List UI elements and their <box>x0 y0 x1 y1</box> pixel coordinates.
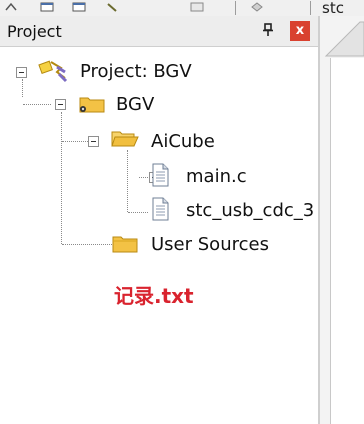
tree-connector <box>22 79 23 97</box>
tree-connector <box>23 104 51 105</box>
toolbar-separator <box>310 1 311 15</box>
tree-connector <box>62 244 112 245</box>
collapse-toggle-target[interactable] <box>55 99 66 110</box>
editor-tab-corner <box>324 21 364 57</box>
panel-title: Project <box>7 22 62 41</box>
collapse-toggle-group[interactable] <box>88 136 99 147</box>
toolbar-image-icon[interactable] <box>190 2 204 12</box>
close-button[interactable]: x <box>290 21 310 41</box>
toolbar-window2-icon[interactable] <box>72 2 86 12</box>
project-icon <box>38 60 68 83</box>
tree-connector <box>127 150 128 212</box>
collapse-toggle-project[interactable] <box>16 67 27 78</box>
tree-connector <box>62 141 90 142</box>
tree-node-group[interactable]: User Sources <box>151 234 269 255</box>
toolbar-diamond-icon[interactable] <box>250 2 264 12</box>
open-folder-icon <box>111 131 139 147</box>
tree-node-group[interactable]: AiCube <box>151 131 215 152</box>
toolbar-wrench-icon[interactable] <box>106 2 120 12</box>
c-file-icon <box>152 197 169 221</box>
editor-area[interactable] <box>330 58 364 424</box>
folder-icon <box>112 236 138 253</box>
tree-connector <box>139 177 148 178</box>
pin-icon[interactable] <box>262 22 274 38</box>
toolbar-partial-text: stc <box>322 0 344 17</box>
toolbar-separator <box>235 1 236 15</box>
tree-connector <box>128 212 148 213</box>
toolbar-window-icon[interactable] <box>40 2 54 12</box>
toolbar-arrow-icon[interactable] <box>4 2 18 12</box>
annotation-text: 记录.txt <box>114 284 194 308</box>
tree-connector <box>61 112 62 244</box>
tree-node-project[interactable]: Project: BGV <box>80 61 192 82</box>
c-file-icon <box>152 163 169 187</box>
toolbar: stc <box>0 0 364 17</box>
tree-node-file[interactable]: stc_usb_cdc_3 <box>186 200 314 221</box>
tree-node-target[interactable]: BGV <box>116 94 154 115</box>
target-folder-icon <box>79 97 105 113</box>
tree-node-file[interactable]: main.c <box>186 166 247 187</box>
